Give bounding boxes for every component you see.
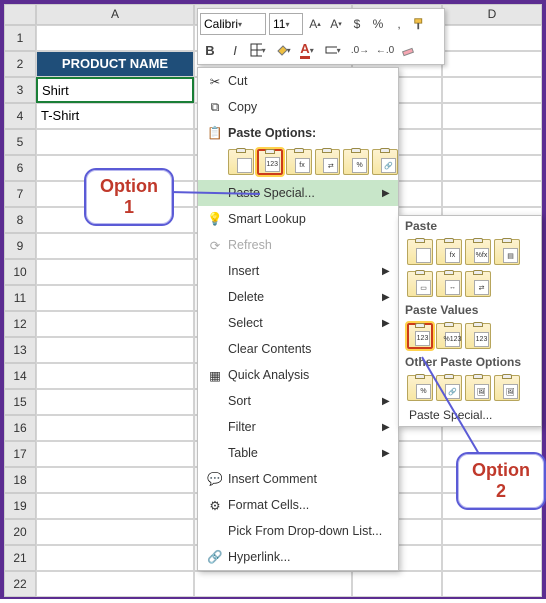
callout-option-2: Option2 — [456, 452, 546, 510]
callout-option-1: Option1 — [84, 168, 174, 226]
